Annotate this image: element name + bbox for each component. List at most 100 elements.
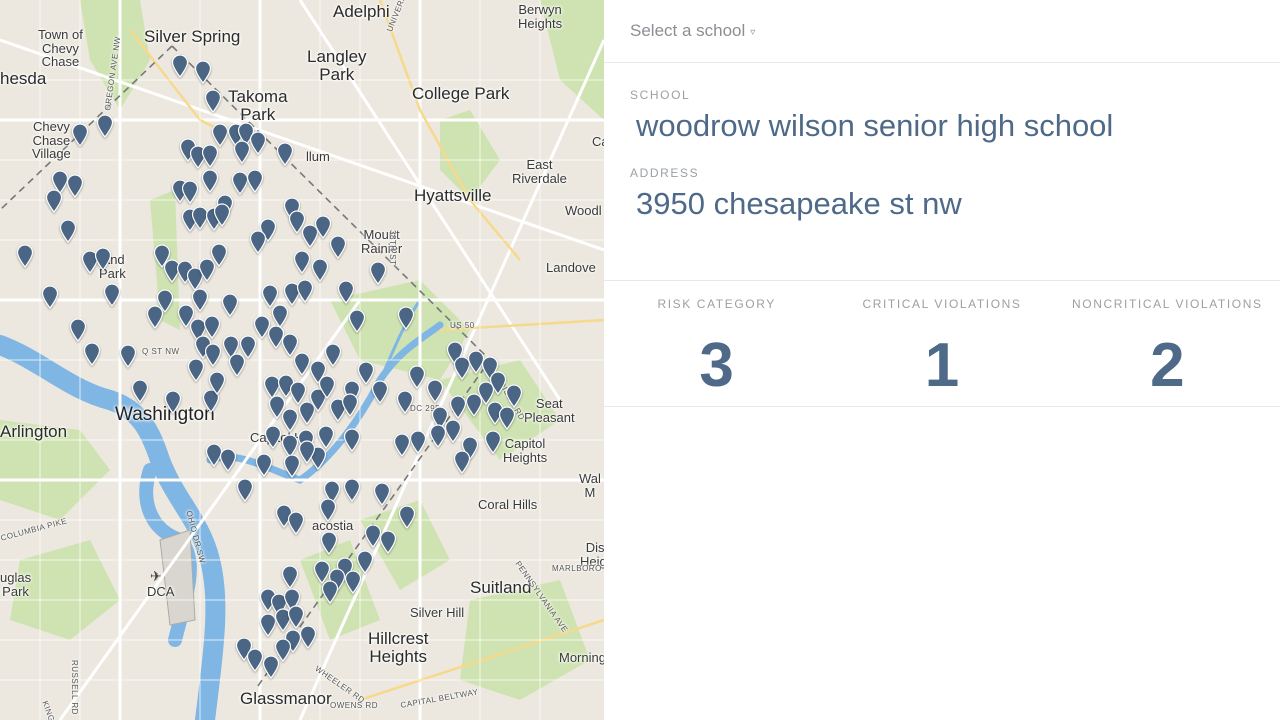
school-marker-icon[interactable] (341, 393, 359, 417)
school-marker-icon[interactable] (249, 131, 267, 155)
school-marker-icon[interactable] (465, 393, 483, 417)
school-marker-icon[interactable] (379, 530, 397, 554)
school-info-panel: Select a school ▿ SCHOOL woodrow wilson … (604, 0, 1280, 720)
school-marker-icon[interactable] (59, 219, 77, 243)
school-marker-icon[interactable] (408, 365, 426, 389)
school-marker-icon[interactable] (164, 390, 182, 414)
school-marker-icon[interactable] (283, 454, 301, 478)
map-place-label: Seat Pleasant (524, 396, 575, 425)
school-marker-icon[interactable] (246, 169, 264, 193)
map-place-label: Landove (546, 260, 596, 275)
school-marker-icon[interactable] (249, 230, 267, 254)
map-place-label: Berwyn Heights (518, 2, 563, 31)
school-marker-icon[interactable] (320, 531, 338, 555)
school-marker-icon[interactable] (337, 280, 355, 304)
school-select-label: Select a school (630, 21, 746, 40)
map-place-label: Arlington (0, 422, 68, 441)
map-place-label: Silver Spring (144, 27, 241, 46)
school-marker-icon[interactable] (221, 293, 239, 317)
school-marker-icon[interactable] (484, 430, 502, 454)
map-place-label: College Park (412, 84, 510, 103)
school-marker-icon[interactable] (219, 448, 237, 472)
school-marker-icon[interactable] (201, 169, 219, 193)
school-marker-icon[interactable] (348, 309, 366, 333)
school-select-dropdown[interactable]: Select a school ▿ (630, 21, 755, 41)
map-place-label: DCA (147, 584, 175, 599)
school-marker-icon[interactable] (293, 250, 311, 274)
school-marker-icon[interactable] (201, 144, 219, 168)
map-place-label: hesda (0, 69, 47, 88)
school-marker-icon[interactable] (329, 235, 347, 259)
school-marker-icon[interactable] (187, 358, 205, 382)
school-marker-icon[interactable] (171, 54, 189, 78)
school-marker-icon[interactable] (236, 478, 254, 502)
map-place-label: Suitland (470, 578, 532, 597)
school-marker-icon[interactable] (264, 425, 282, 449)
app-root: Adelphi Town of Chevy Chase Silver Spring L… (0, 0, 1280, 720)
school-marker-icon[interactable] (213, 203, 231, 227)
school-marker-icon[interactable] (319, 498, 337, 522)
school-marker-icon[interactable] (131, 379, 149, 403)
school-marker-icon[interactable] (396, 390, 414, 414)
school-marker-icon[interactable] (321, 580, 339, 604)
stat-noncritical-violations: NONCRITICAL VIOLATIONS 2 (1055, 281, 1280, 406)
school-marker-icon[interactable] (498, 406, 516, 430)
school-marker-icon[interactable] (393, 433, 411, 457)
map-place-label: Town of Chevy Chase (38, 27, 83, 70)
school-marker-icon[interactable] (233, 140, 251, 164)
chevron-down-icon: ▿ (750, 26, 756, 38)
school-marker-icon[interactable] (66, 174, 84, 198)
map-road-label: RUSSELL RD (70, 660, 79, 715)
school-marker-icon[interactable] (210, 243, 228, 267)
school-marker-icon[interactable] (96, 114, 114, 138)
map-place-label: Takoma Park (228, 87, 288, 124)
school-marker-icon[interactable] (119, 344, 137, 368)
airport-icon: ✈ (150, 568, 162, 584)
school-marker-icon[interactable] (281, 565, 299, 589)
school-marker-icon[interactable] (453, 450, 471, 474)
school-marker-icon[interactable] (369, 261, 387, 285)
school-marker-icon[interactable] (343, 428, 361, 452)
school-marker-icon[interactable] (94, 247, 112, 271)
school-marker-icon[interactable] (371, 380, 389, 404)
map-road-label: OWENS RD (330, 701, 378, 710)
school-marker-icon[interactable] (71, 123, 89, 147)
school-name: woodrow wilson senior high school (636, 108, 1114, 143)
map-place-label: Wal M (579, 471, 601, 500)
school-marker-icon[interactable] (287, 511, 305, 535)
map-place-label: uglas Park (0, 570, 32, 599)
school-marker-icon[interactable] (505, 384, 523, 408)
stat-label: NONCRITICAL VIOLATIONS (1072, 297, 1263, 311)
school-marker-icon[interactable] (426, 379, 444, 403)
school-marker-icon[interactable] (409, 430, 427, 454)
school-marker-icon[interactable] (398, 505, 416, 529)
school-marker-icon[interactable] (41, 285, 59, 309)
school-marker-icon[interactable] (397, 306, 415, 330)
school-marker-icon[interactable] (228, 353, 246, 377)
school-marker-icon[interactable] (296, 279, 314, 303)
school-marker-icon[interactable] (194, 60, 212, 84)
school-marker-icon[interactable] (317, 425, 335, 449)
school-marker-icon[interactable] (103, 283, 121, 307)
school-marker-icon[interactable] (318, 375, 336, 399)
school-marker-icon[interactable] (83, 342, 101, 366)
school-marker-icon[interactable] (45, 189, 63, 213)
school-marker-icon[interactable] (344, 570, 362, 594)
school-marker-icon[interactable] (449, 395, 467, 419)
school-marker-icon[interactable] (343, 478, 361, 502)
school-marker-icon[interactable] (311, 258, 329, 282)
address-label: ADDRESS (630, 166, 700, 180)
school-marker-icon[interactable] (255, 453, 273, 477)
school-marker-icon[interactable] (181, 180, 199, 204)
school-marker-icon[interactable] (262, 655, 280, 679)
school-marker-icon[interactable] (208, 371, 226, 395)
school-marker-icon[interactable] (204, 89, 222, 113)
map-view[interactable]: Adelphi Town of Chevy Chase Silver Spring L… (0, 0, 604, 720)
school-marker-icon[interactable] (429, 424, 447, 448)
school-marker-icon[interactable] (276, 142, 294, 166)
school-marker-icon[interactable] (204, 343, 222, 367)
school-marker-icon[interactable] (69, 318, 87, 342)
school-marker-icon[interactable] (16, 244, 34, 268)
school-marker-icon[interactable] (146, 305, 164, 329)
school-marker-icon[interactable] (373, 482, 391, 506)
